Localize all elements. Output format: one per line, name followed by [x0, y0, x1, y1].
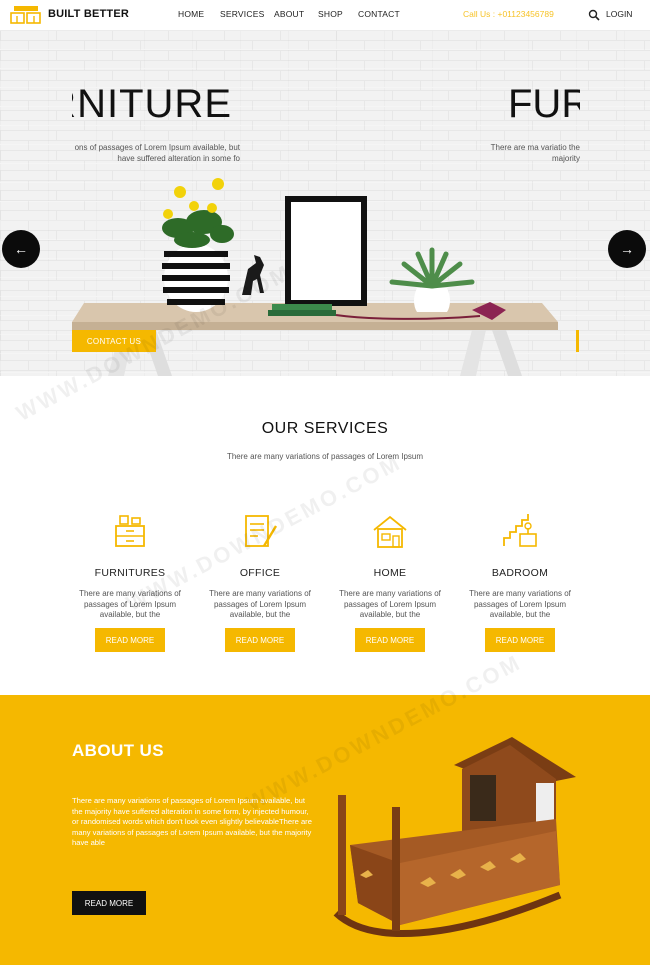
next-slide-button-edge: [576, 330, 579, 352]
services-subtitle: There are many variations of passages of…: [226, 452, 424, 461]
nav-shop[interactable]: SHOP: [318, 9, 343, 19]
login-link[interactable]: LOGIN: [606, 9, 632, 19]
next-slide-button[interactable]: →: [608, 230, 646, 268]
slide-description: ons of passages of Lorem Ipsum available…: [74, 143, 240, 163]
nav-home[interactable]: HOME: [178, 9, 204, 19]
service-name: HOME: [373, 567, 407, 579]
nav-services[interactable]: SERVICES: [220, 9, 264, 19]
about-section: ABOUT US There are many variations of pa…: [0, 695, 650, 965]
services-heading: OUR SERVICES: [261, 420, 389, 437]
slide-title: RNITURE: [72, 82, 232, 126]
read-more-button[interactable]: READ MORE: [225, 628, 295, 652]
service-card-furnitures: FURNITURES There are many variations of …: [70, 512, 190, 652]
service-card-office: OFFICE There are many variations of pass…: [200, 512, 320, 652]
service-text: There are many variations of passages of…: [339, 589, 441, 619]
office-icon: [245, 515, 278, 547]
about-text: There are many variations of passages of…: [72, 796, 312, 848]
service-name: FURNITURES: [94, 567, 166, 579]
next-slide-description: There are ma variatio the majority: [490, 143, 580, 163]
call-us-link[interactable]: Call Us : +01123456789: [463, 9, 554, 19]
bedroom-icon: [503, 514, 537, 547]
nav-contact[interactable]: CONTACT: [358, 9, 400, 19]
logo[interactable]: BUILT BETTER: [10, 4, 129, 24]
service-text: There are many variations of passages of…: [209, 589, 311, 619]
site-header: BUILT BETTER HOME SERVICES ABOUT SHOP CO…: [0, 0, 650, 30]
service-text: There are many variations of passages of…: [79, 589, 181, 619]
service-card-badroom: BADROOM There are many variations of pas…: [460, 512, 580, 652]
search-icon[interactable]: [588, 9, 600, 21]
hero-slider: RNITURE FUR ons of passages of Lorem Ips…: [0, 30, 650, 376]
about-heading: ABOUT US: [72, 741, 164, 760]
read-more-button[interactable]: READ MORE: [355, 628, 425, 652]
read-more-button[interactable]: READ MORE: [95, 628, 165, 652]
logo-icon: [10, 6, 41, 24]
about-read-more-button[interactable]: READ MORE: [72, 891, 146, 915]
nav-about[interactable]: ABOUT: [274, 9, 304, 19]
service-name: OFFICE: [239, 567, 281, 579]
service-text: There are many variations of passages of…: [469, 589, 571, 619]
wooden-cradle-image: [333, 737, 576, 938]
furniture-icon: [115, 515, 145, 547]
prev-slide-button[interactable]: ←: [2, 230, 40, 268]
service-card-home: HOME There are many variations of passag…: [330, 512, 450, 652]
service-name: BADROOM: [491, 567, 549, 579]
read-more-button[interactable]: READ MORE: [485, 628, 555, 652]
contact-us-button[interactable]: CONTACT US: [72, 330, 156, 352]
home-icon: [373, 515, 407, 548]
brand-name: BUILT BETTER: [48, 8, 130, 20]
next-slide-title: FUR: [508, 82, 580, 126]
